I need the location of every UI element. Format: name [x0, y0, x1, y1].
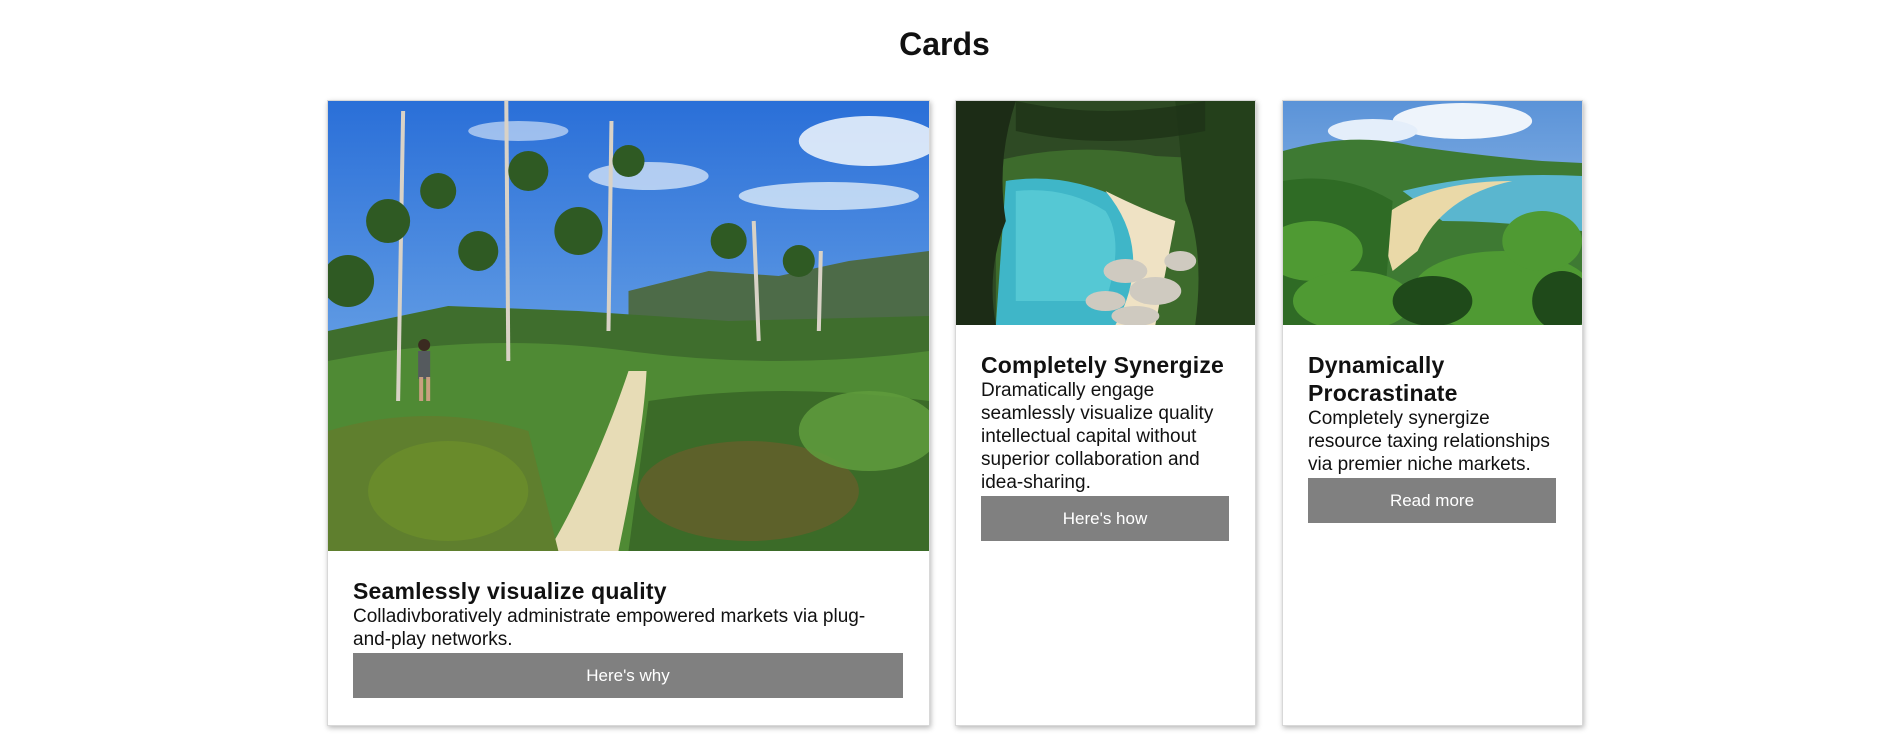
- card-text: Colladivboratively administrate empowere…: [353, 606, 866, 650]
- card-dynamically-procrastinate: Dynamically Procrastinate Completely syn…: [1282, 100, 1583, 726]
- card-title: Seamlessly visualize quality: [353, 578, 667, 604]
- heres-how-button[interactable]: Here's how: [981, 496, 1229, 541]
- card-text: Dramatically engage seamlessly visualize…: [981, 380, 1214, 493]
- card-completely-synergize: Completely Synergize Dramatically engage…: [955, 100, 1256, 726]
- card-text: Completely synergize resource taxing rel…: [1308, 408, 1550, 475]
- card-seamlessly-visualize: Seamlessly visualize quality Colladivbor…: [327, 100, 930, 726]
- heres-why-button[interactable]: Here's why: [353, 653, 903, 698]
- read-more-button[interactable]: Read more: [1308, 478, 1556, 523]
- card-image-sandy-bay: [1283, 101, 1582, 325]
- card-image-hiker-trail: [328, 101, 929, 551]
- page-title: Cards: [899, 26, 990, 62]
- card-title: Dynamically Procrastinate: [1308, 352, 1458, 406]
- card-image-cove-beach: [956, 101, 1255, 325]
- card-title: Completely Synergize: [981, 352, 1225, 378]
